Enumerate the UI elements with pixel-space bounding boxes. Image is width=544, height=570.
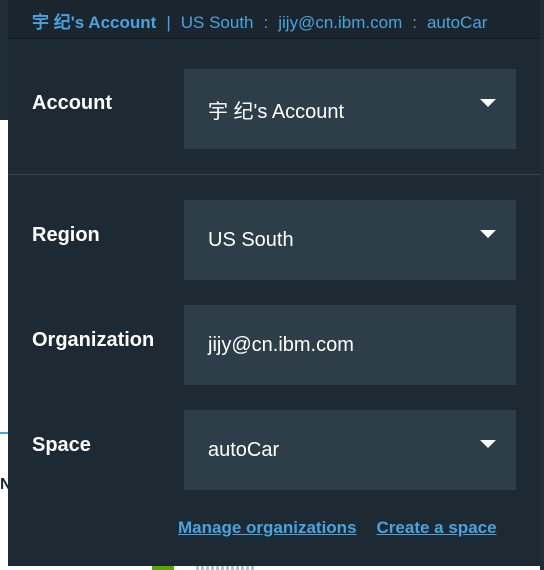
section-divider	[8, 174, 540, 175]
caret-down-icon[interactable]	[480, 440, 496, 448]
background-divider	[0, 432, 8, 434]
background-edge	[540, 0, 544, 570]
create-space-link[interactable]: Create a space	[377, 518, 497, 537]
breadcrumb-region[interactable]: US South	[181, 13, 254, 32]
organization-select-value: jijy@cn.ibm.com	[208, 333, 354, 356]
breadcrumb-separator: :	[263, 13, 269, 32]
space-select[interactable]: autoCar	[184, 410, 516, 490]
breadcrumb-account[interactable]: 宇 纪's Account	[32, 13, 156, 32]
caret-down-icon[interactable]	[480, 230, 496, 238]
region-select[interactable]: US South	[184, 200, 516, 280]
account-select[interactable]: 宇 纪's Account	[184, 69, 516, 149]
manage-organizations-link[interactable]: Manage organizations	[178, 518, 357, 537]
panel-links: Manage organizations Create a space	[178, 518, 497, 538]
context-breadcrumb[interactable]: 宇 纪's Account | US South: jijy@cn.ibm.com: a…	[32, 8, 487, 33]
space-select-value: autoCar	[208, 438, 280, 461]
context-bar[interactable]: 宇 纪's Account | US South: jijy@cn.ibm.com: a…	[8, 0, 540, 39]
space-label: Space	[32, 434, 91, 456]
breadcrumb-separator: :	[412, 13, 417, 32]
caret-down-icon[interactable]	[480, 99, 496, 107]
organization-label: Organization	[32, 329, 155, 351]
account-select-value: 宇 纪's Account	[208, 100, 345, 123]
region-label: Region	[32, 224, 100, 246]
background-text: N	[0, 476, 8, 493]
breadcrumb-organization[interactable]: jijy@cn.ibm.com	[278, 13, 402, 32]
account-label: Account	[32, 92, 112, 114]
breadcrumb-space[interactable]: autoCar	[427, 13, 487, 32]
background-page	[0, 120, 8, 570]
organization-select[interactable]: jijy@cn.ibm.com	[184, 305, 516, 385]
region-select-value: US South	[208, 228, 294, 251]
breadcrumb-separator: |	[166, 13, 171, 32]
